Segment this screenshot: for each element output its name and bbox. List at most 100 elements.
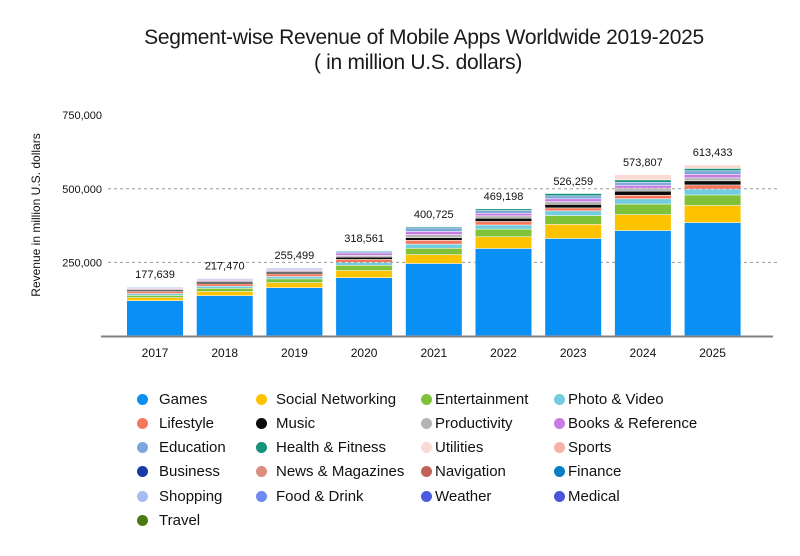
bar-segment-games [684,222,741,336]
bar-segment-health-fitness [684,168,741,171]
bar-segment-games [336,278,393,336]
legend-item-games: Games [137,389,207,409]
legend-dot-icon [137,441,148,453]
bar-segment-photo-video [545,211,602,216]
bar-segment-lifestyle [405,240,462,244]
bar-segment-social-networking [684,205,741,223]
bar-segment-education [336,251,393,253]
legend-label: Navigation [435,462,506,480]
legend-item-music: Music [256,413,315,433]
legend-item-medical: Medical [554,486,620,506]
bar-segment-books-reference [545,199,602,202]
bar-segment-photo-video [196,286,253,289]
bar-segment-photo-video [614,199,671,204]
bar-segment-lifestyle [336,259,393,263]
bar-segment-education [266,268,323,270]
bar-segment-games [475,248,532,336]
legend-label: Finance [568,462,622,480]
legend-item-sports: Sports [554,437,611,457]
bar-segment-photo-video [127,293,183,296]
bar-segment-entertainment [405,248,462,255]
bar-segment-social-networking [336,270,393,278]
legend-label: Photo & Video [568,390,664,408]
bar-segment-photo-video [336,262,393,266]
legend-item-utilities: Utilities [421,437,483,457]
bar-segment-health-fitness [545,193,602,196]
bar-segment-music [266,272,323,274]
bar-segment-music [336,257,393,260]
legend-dot-icon [256,465,267,477]
bar-segment-entertainment [684,195,741,206]
legend-dot-icon [137,417,148,429]
bar-segment-entertainment [196,288,253,292]
legend-label: Education [159,438,226,456]
legend-label: Business [159,462,220,480]
legend-item-finance: Finance [554,461,621,481]
bar-segment-lifestyle [196,284,253,286]
legend-label: Travel [159,511,201,529]
bar-total-label: 526,259 [553,176,593,188]
legend-dot-icon [554,441,565,453]
x-tick-label: 2023 [560,346,587,360]
legend-dot-icon [137,393,148,405]
bar-segment-productivity [684,178,741,181]
bar-segment-games [614,230,671,336]
bar-segment-productivity [545,202,602,205]
bar-segment-music [405,237,462,241]
bar-segment-music [684,181,741,185]
legend-label: Weather [435,487,492,505]
bar-segment-social-networking [266,283,323,288]
bar-segment-games [127,300,183,336]
bar-segment-social-networking [475,237,532,249]
legend-label: Entertainment [435,390,529,408]
legend-item-entertainment: Entertainment [421,389,528,409]
legend-item-food-drink: Food & Drink [256,486,364,506]
bar-segment-productivity [475,216,532,218]
legend-dot-icon [421,417,432,429]
legend-dot-icon [137,490,148,502]
legend-item-health-fitness: Health & Fitness [256,437,386,457]
bar-segment-lifestyle [545,208,602,211]
legend-label: Productivity [435,414,513,432]
chart-plot: 250,000 500,000 750,000 Revenue in million … [29,110,780,360]
legend-dot-icon [256,393,267,405]
bar-total-label: 613,433 [693,147,733,159]
bar-segment-entertainment [127,295,183,298]
legend-dot-icon [554,393,565,405]
legend-label: Books & Reference [568,414,698,432]
legend-label: Food & Drink [276,487,364,505]
legend-item-weather: Weather [421,486,491,506]
x-tick-label: 2020 [351,346,378,360]
legend-item-navigation: Navigation [421,461,506,481]
y-tick-label: 750,000 [62,110,102,122]
legend-item-productivity: Productivity [421,413,513,433]
bar-segment-books-reference [684,174,741,178]
legend-dot-icon [554,490,565,502]
bar-segment-social-networking [127,298,183,301]
bar-segment-social-networking [614,215,671,231]
bar-segment-entertainment [545,215,602,225]
bar-segment-social-networking [405,255,462,264]
bar-segment-productivity [614,188,671,191]
legend-label: Sports [568,438,612,456]
bar-segment-productivity [405,235,462,238]
legend-dot-icon [137,514,148,526]
legend-label: Medical [568,487,620,505]
legend-item-social-networking: Social Networking [256,389,396,409]
x-tick-label: 2019 [281,346,308,360]
bar-total-label: 400,725 [414,209,454,221]
legend-item-news-magazines: News & Magazines [256,461,404,481]
bar-segment-lifestyle [475,221,532,225]
bar-segment-books-reference [405,231,462,235]
bar-segment-games [405,263,462,336]
bar-segment-productivity [127,289,183,290]
bar-segment-utilities [614,174,671,180]
legend-item-business: Business [137,461,220,481]
bar-segment-games [196,295,253,336]
bar-segment-social-networking [196,291,253,296]
bar-segment-entertainment [336,265,393,271]
y-tick-label: 250,000 [62,257,102,269]
legend-label: Music [276,414,316,432]
legend-dot-icon [421,441,432,453]
legend-label: News & Magazines [276,462,405,480]
